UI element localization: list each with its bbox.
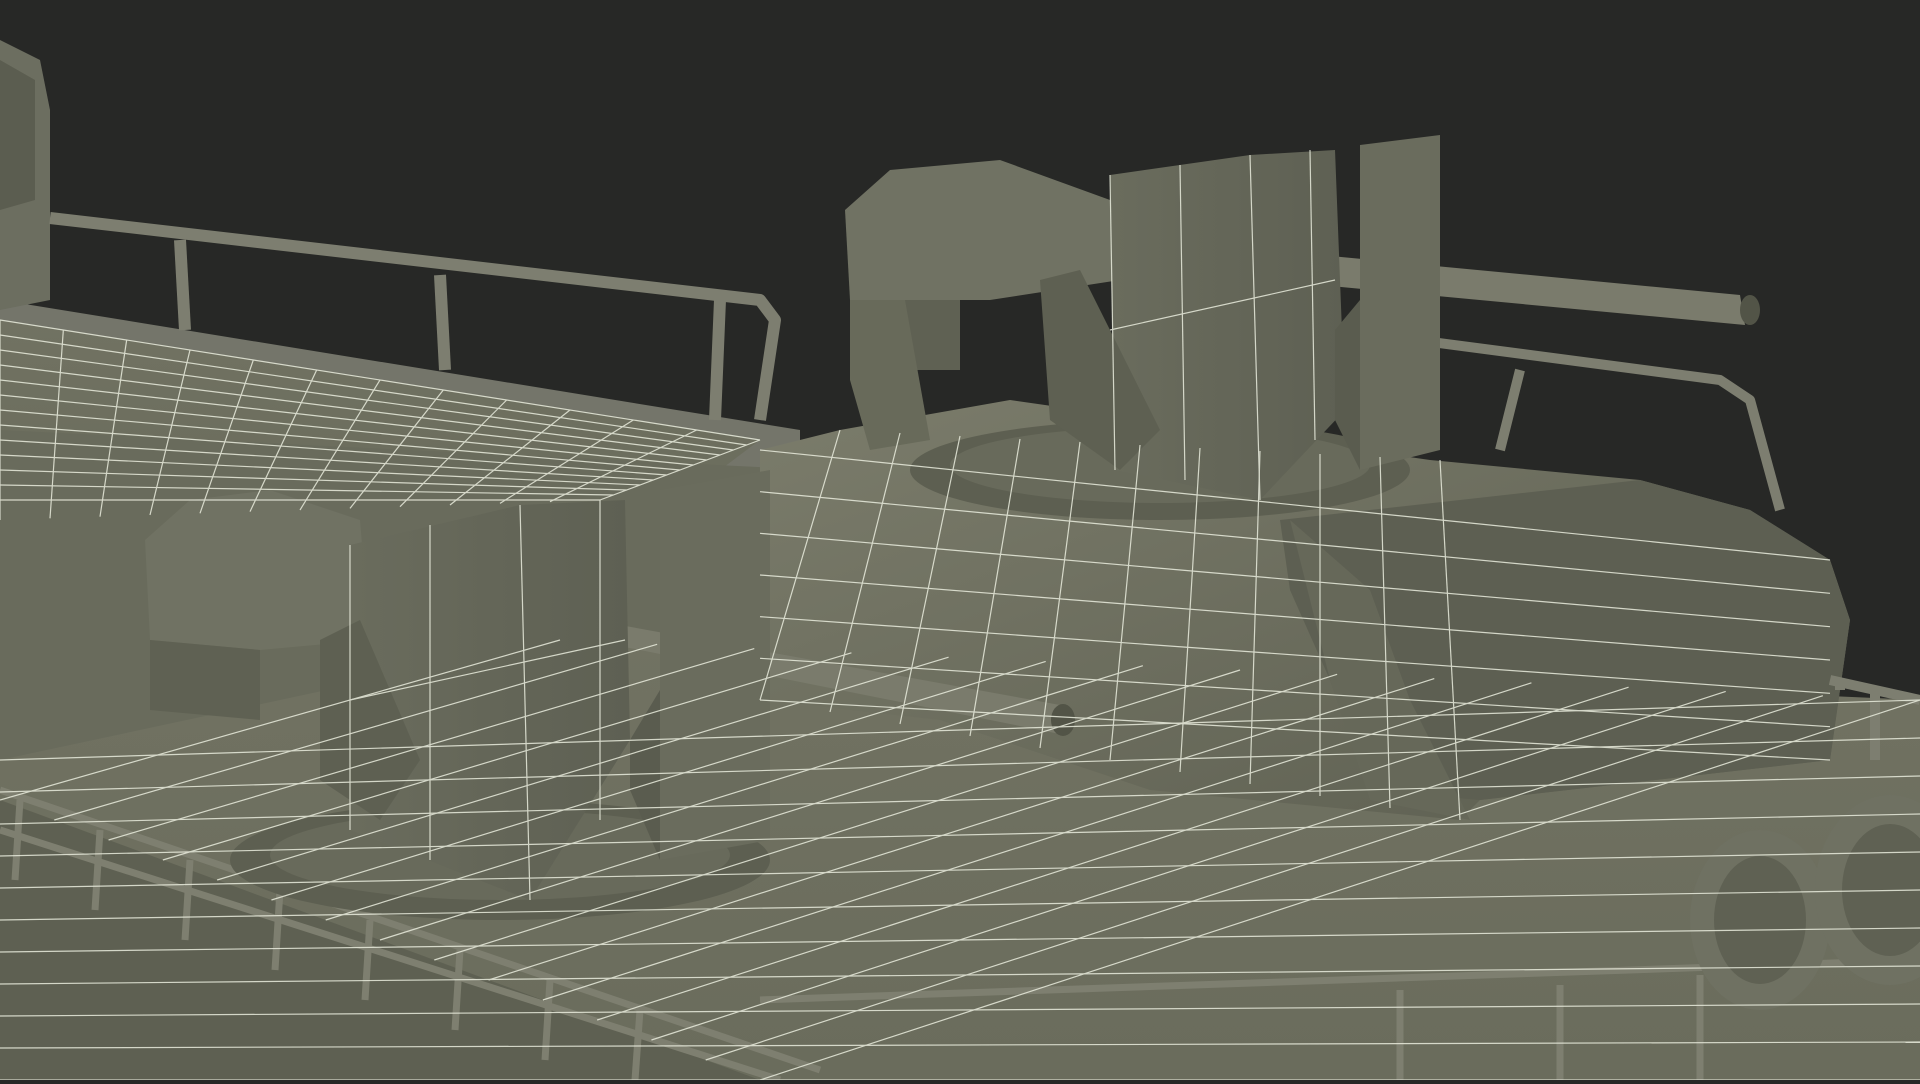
render-viewport xyxy=(0,0,1920,1084)
bulkhead-tower xyxy=(0,40,50,310)
wireframe-scene xyxy=(0,0,1920,1084)
